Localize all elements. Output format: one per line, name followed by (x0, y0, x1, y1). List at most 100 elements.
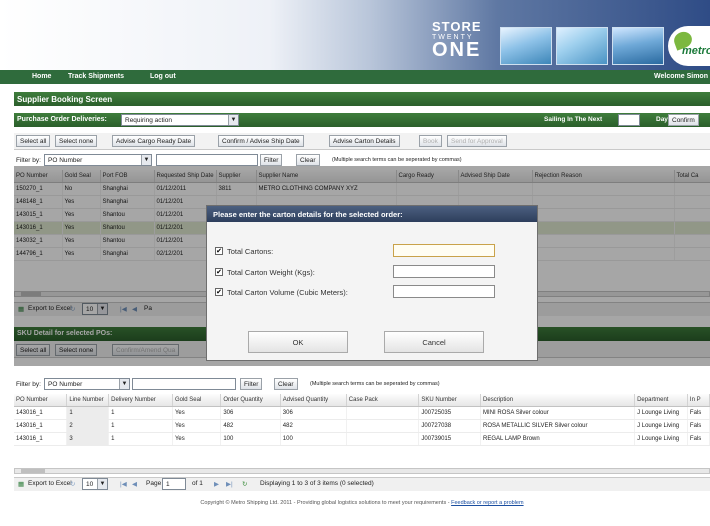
welcome-text: Welcome Simon (654, 73, 708, 80)
cell-description: MINI ROSA Silver colour (480, 406, 636, 420)
confirm-sailing-button[interactable]: Confirm (668, 114, 699, 126)
column-header[interactable]: SKU Number (418, 394, 482, 407)
advise-cargo-ready-button[interactable]: Advise Cargo Ready Date (112, 135, 196, 147)
deliveries-select-value: Requiring action (125, 117, 172, 124)
select-none-button[interactable]: Select none (55, 135, 98, 147)
table-row[interactable]: 143016_1 2 1 Yes 482 482 J00727038 ROSA … (14, 419, 710, 433)
sku-display-info: Displaying 1 to 3 of 3 items (0 selected… (260, 480, 374, 487)
column-header[interactable]: Delivery Number (108, 394, 173, 407)
total-volume-label: Total Carton Volume (Cubic Meters): (227, 288, 348, 297)
dialog-title: Please enter the carton details for the … (207, 206, 537, 222)
sku-filter-hint: (Multiple search terms can be seperated … (310, 381, 440, 387)
sku-filter-button[interactable]: Filter (240, 378, 263, 390)
sku-pager: ▦ Export to Excel ↻ 10 ▼ |◀ ◀ Page 1 of … (14, 477, 710, 491)
cancel-button[interactable]: Cancel (384, 331, 484, 353)
column-header[interactable]: Line Number (66, 394, 110, 407)
prev-page-icon[interactable]: ◀ (132, 480, 137, 488)
checkbox-checked-icon[interactable]: ✔ (215, 268, 223, 276)
dropdown-arrow-icon: ▼ (97, 479, 107, 489)
cell-gold-seal: Yes (172, 406, 222, 420)
send-for-approval-button[interactable]: Send for Approval (447, 135, 507, 147)
sku-clear-button[interactable]: Clear (274, 378, 298, 390)
nav-logout-link[interactable]: Log out (150, 73, 176, 80)
screen-title-bar: Supplier Booking Screen (14, 92, 710, 106)
book-button[interactable]: Book (419, 135, 442, 147)
sku-page-label: Page (146, 480, 162, 487)
table-row[interactable]: 143016_1 3 1 Yes 100 100 J00739015 REGAL… (14, 432, 710, 446)
nav-home-link[interactable]: Home (32, 73, 51, 80)
cell-sku-number: J00727038 (418, 419, 482, 433)
cell-case-pack (346, 419, 420, 433)
top-nav: Home Track Shipments Log out Welcome Sim… (0, 70, 710, 84)
sku-page-size-select[interactable]: 10 ▼ (82, 478, 108, 490)
sku-filter-input[interactable] (132, 378, 236, 390)
cell-advised-qty: 100 (280, 432, 347, 446)
page-title: Supplier Booking Screen (17, 95, 113, 104)
ok-button[interactable]: OK (248, 331, 348, 353)
select-all-button[interactable]: Select all (16, 135, 51, 147)
feedback-link[interactable]: Feedback or report a problem (451, 500, 523, 506)
confirm-advise-ship-button[interactable]: Confirm / Advise Ship Date (218, 135, 304, 147)
sku-page-of: of 1 (192, 480, 203, 487)
cell-in-p: Fals (687, 406, 710, 420)
po-filter-field-select[interactable]: PO Number ▼ (44, 154, 152, 166)
carton-details-dialog: Please enter the carton details for the … (206, 205, 538, 361)
cell-case-pack (346, 406, 420, 420)
column-header[interactable]: Department (634, 394, 688, 407)
checkbox-checked-icon[interactable]: ✔ (215, 288, 223, 296)
column-header[interactable]: Advised Quantity (280, 394, 347, 407)
column-header[interactable]: Description (480, 394, 636, 407)
po-filter-field-value: PO Number (48, 157, 83, 164)
po-filter-hint: (Multiple search terms can be seperated … (332, 157, 462, 163)
last-page-icon[interactable]: ▶| (226, 480, 233, 488)
total-cartons-input[interactable] (393, 244, 495, 257)
header-photo-1 (500, 27, 552, 65)
nav-track-shipments-link[interactable]: Track Shipments (68, 73, 124, 80)
column-header[interactable]: Gold Seal (172, 394, 222, 407)
next-page-icon[interactable]: ▶ (214, 480, 219, 488)
total-weight-label: Total Carton Weight (Kgs): (227, 268, 315, 277)
po-deliveries-bar: Purchase Order Deliveries: Sailing In Th… (14, 113, 710, 127)
column-header[interactable]: PO Number (14, 394, 68, 407)
cell-sku-number: J00725035 (418, 406, 482, 420)
advise-carton-details-button[interactable]: Advise Carton Details (329, 135, 400, 147)
sku-export-excel-link[interactable]: Export to Excel (28, 480, 72, 487)
brand-line-1: STORE (432, 19, 482, 34)
first-page-icon[interactable]: |◀ (120, 480, 127, 488)
sailing-days-input[interactable] (618, 114, 640, 126)
total-weight-row: ✔ Total Carton Weight (Kgs): (215, 265, 531, 279)
cell-advised-qty: 482 (280, 419, 347, 433)
total-cartons-label: Total Cartons: (227, 247, 274, 256)
checkbox-checked-icon[interactable]: ✔ (215, 247, 223, 255)
cell-delivery-number: 1 (108, 432, 173, 446)
brand-line-3: ONE (432, 39, 482, 61)
footer-copyright: Copyright © Metro Shipping Ltd. 2011 - P… (200, 500, 450, 506)
total-weight-input[interactable] (393, 265, 495, 278)
deliveries-select[interactable]: Requiring action ▼ (121, 114, 239, 126)
sailing-label: Sailing In The Next (544, 116, 603, 123)
po-filter-button[interactable]: Filter (260, 154, 283, 166)
sku-page-input[interactable]: 1 (162, 478, 186, 490)
scroll-thumb[interactable] (21, 469, 45, 473)
column-header[interactable]: Case Pack (346, 394, 420, 407)
refresh-icon[interactable]: ↻ (70, 480, 75, 488)
po-filter-input[interactable] (156, 154, 258, 166)
column-header[interactable]: Order Quantity (220, 394, 281, 407)
sku-page-size-value: 10 (86, 481, 94, 488)
table-row[interactable]: 143016_1 1 1 Yes 306 306 J00725035 MINI … (14, 406, 710, 420)
po-clear-button[interactable]: Clear (296, 154, 320, 166)
cell-sku-number: J00739015 (418, 432, 482, 446)
cell-po-number: 143016_1 (14, 406, 68, 420)
cell-description: ROSA METALLIC SILVER Silver colour (480, 419, 636, 433)
sku-filter-field-select[interactable]: PO Number ▼ (44, 378, 130, 390)
cell-gold-seal: Yes (172, 432, 222, 446)
header-banner: STORE TWENTY ONE metro (0, 0, 710, 70)
excel-icon: ▦ (18, 481, 25, 488)
sku-grid-hscrollbar[interactable] (14, 468, 710, 474)
refresh-icon[interactable]: ↻ (242, 480, 247, 488)
dropdown-arrow-icon: ▼ (119, 379, 129, 389)
header-photo-3 (612, 27, 664, 65)
column-header[interactable]: In P (687, 394, 710, 407)
total-volume-input[interactable] (393, 285, 495, 298)
sku-filter-field-value: PO Number (48, 381, 83, 388)
